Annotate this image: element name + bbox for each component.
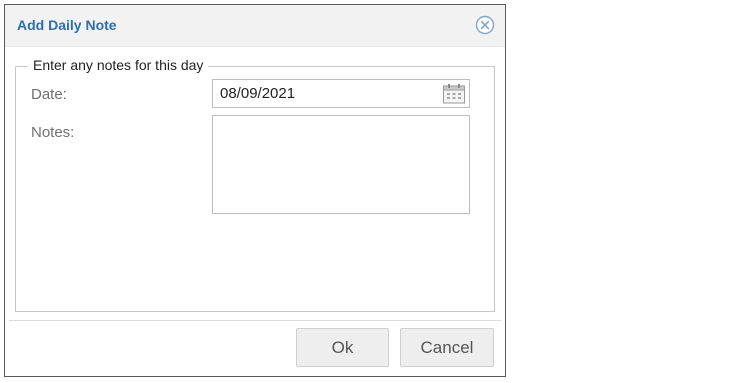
- cancel-button[interactable]: Cancel: [400, 328, 494, 367]
- date-label: Date:: [31, 86, 67, 103]
- notes-label: Notes:: [31, 124, 75, 141]
- date-input[interactable]: 08/09/2021: [212, 79, 470, 108]
- dialog-titlebar: Add Daily Note: [5, 5, 505, 47]
- date-value: 08/09/2021: [220, 85, 296, 102]
- dialog-title: Add Daily Note: [17, 17, 117, 33]
- notes-fieldset: Enter any notes for this day Date: 08/09…: [15, 57, 495, 312]
- dialog-footer: Ok Cancel: [9, 320, 501, 374]
- notes-textarea[interactable]: [212, 115, 470, 214]
- calendar-icon[interactable]: [442, 83, 466, 105]
- add-daily-note-dialog: Add Daily Note Enter any notes for this …: [4, 4, 506, 377]
- close-icon[interactable]: [475, 15, 495, 35]
- ok-button[interactable]: Ok: [296, 328, 389, 367]
- fieldset-legend: Enter any notes for this day: [28, 57, 209, 73]
